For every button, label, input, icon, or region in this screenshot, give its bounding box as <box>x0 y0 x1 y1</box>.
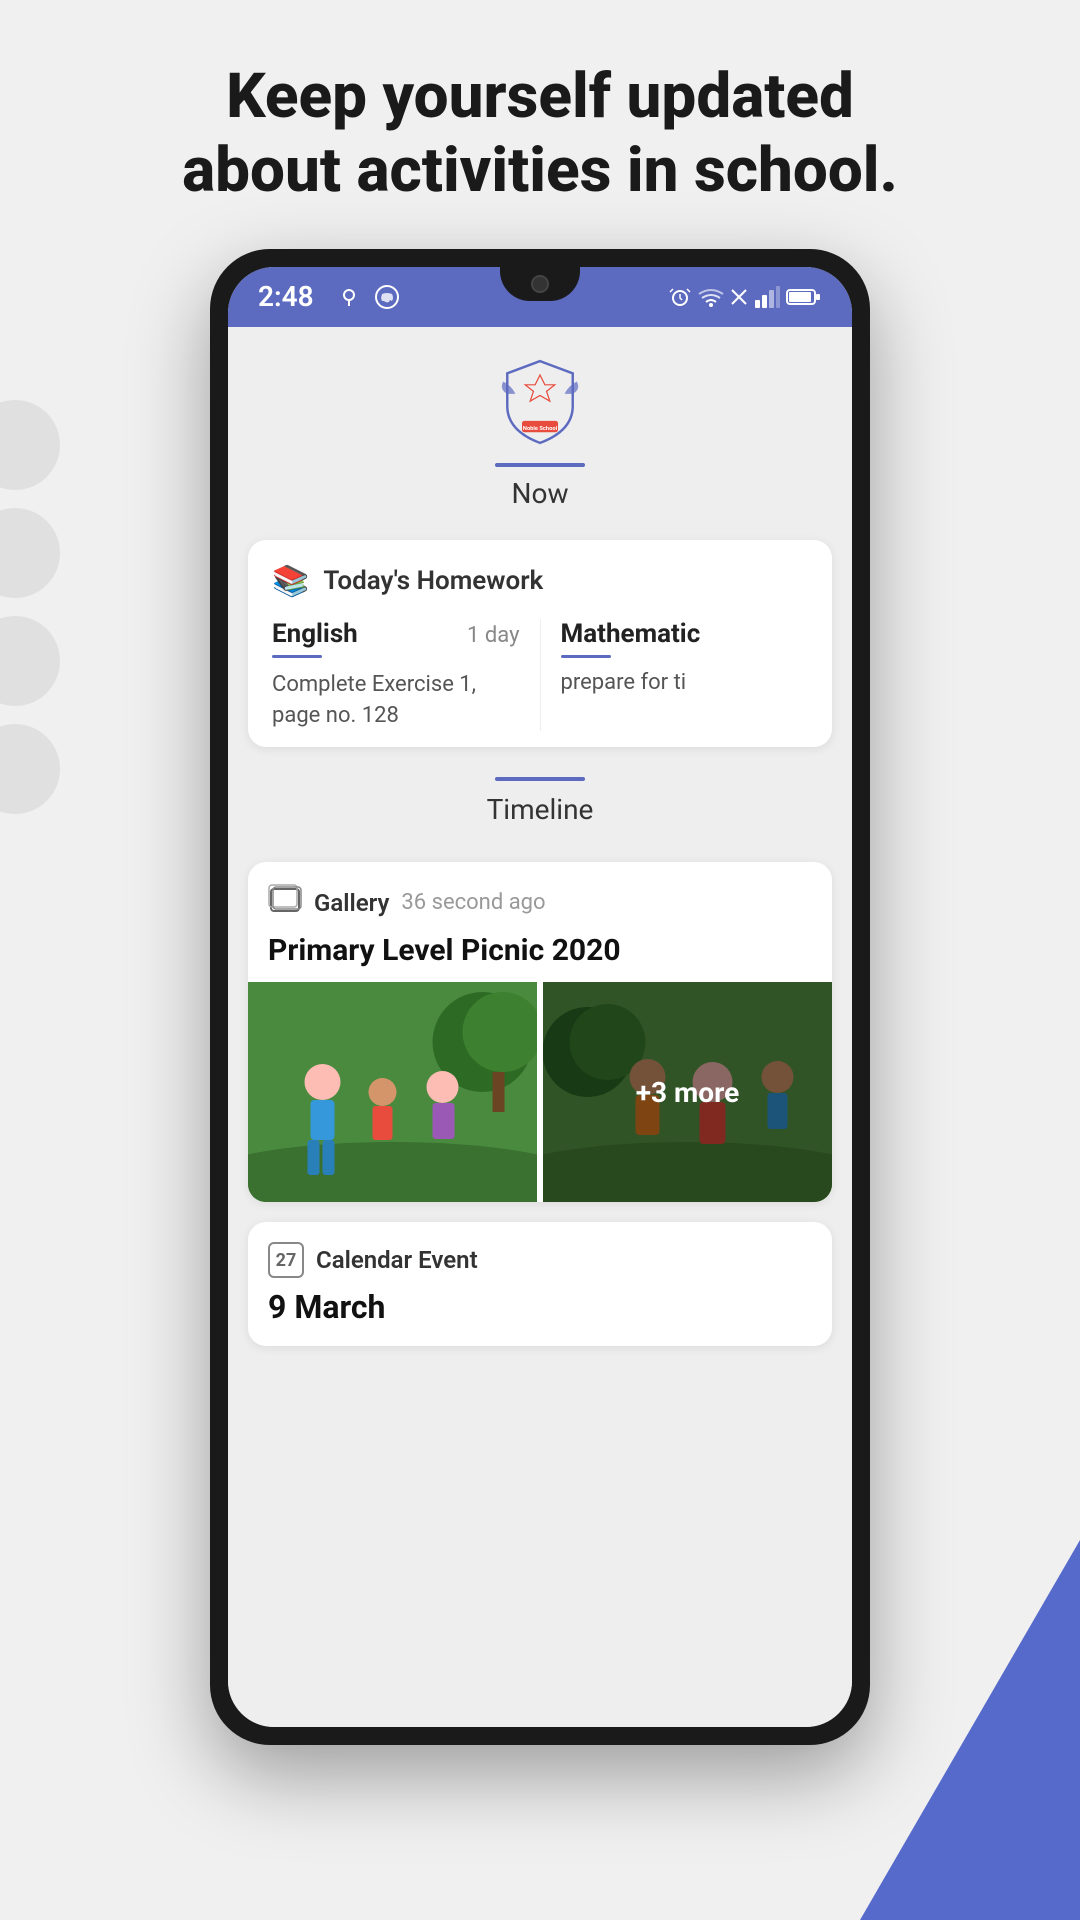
hw-subject-english: English <box>272 619 358 649</box>
homework-col-math: Mathematic prepare for ti <box>540 619 809 732</box>
homework-card: 📚 Today's Homework English 1 day Complet… <box>248 540 832 748</box>
svg-text:Noble School: Noble School <box>523 426 558 432</box>
timeline-section: Timeline <box>228 767 852 862</box>
status-right-icons <box>668 285 822 309</box>
hw-days-english: 1 day <box>467 623 519 648</box>
gallery-more-count: +3 more <box>636 1076 739 1109</box>
front-camera <box>531 275 549 293</box>
status-icons-left <box>336 284 400 310</box>
alarm-icon <box>668 285 692 309</box>
tab-now-label[interactable]: Now <box>512 477 569 510</box>
notch <box>500 267 580 301</box>
maps-icon <box>336 284 362 310</box>
gallery-card[interactable]: Gallery 36 second ago Primary Level Picn… <box>248 862 832 1202</box>
gallery-img-1[interactable] <box>248 982 537 1202</box>
signal-x-icon <box>730 288 748 306</box>
tab-indicator-now <box>495 463 585 467</box>
calendar-meta: 27 Calendar Event <box>268 1242 812 1278</box>
phone-screen: 2:48 <box>228 267 852 1727</box>
card-header: 📚 Today's Homework <box>272 564 808 599</box>
signal-icon <box>754 286 780 308</box>
timeline-indicator <box>495 777 585 781</box>
status-bar-left: 2:48 <box>258 280 400 313</box>
homework-col-english: English 1 day Complete Exercise 1, page … <box>272 619 540 732</box>
timeline-label[interactable]: Timeline <box>487 793 594 826</box>
phone-frame: 2:48 <box>210 249 870 1745</box>
wifi-icon <box>698 287 724 307</box>
hw-underline-math <box>561 655 611 658</box>
status-time: 2:48 <box>258 280 314 313</box>
gallery-more-overlay: +3 more <box>543 982 832 1202</box>
gallery-images: +3 more <box>248 982 832 1202</box>
hw-subject-math: Mathematic <box>561 619 809 649</box>
gallery-icon <box>268 882 302 923</box>
calendar-event-date: 9 March <box>268 1288 812 1326</box>
phone-wrapper: 2:48 <box>0 249 1080 1745</box>
gallery-img-2[interactable]: +3 more <box>543 982 832 1202</box>
status-bar: 2:48 <box>228 267 852 327</box>
calendar-card[interactable]: 27 Calendar Event 9 March <box>248 1222 832 1346</box>
gallery-event-title: Primary Level Picnic 2020 <box>268 933 812 968</box>
app-content: Noble School Now 📚 Today's Homework <box>228 327 852 1727</box>
gallery-meta: Gallery 36 second ago <box>268 882 812 923</box>
calendar-icon: 27 <box>268 1242 304 1278</box>
school-section: Noble School Now <box>228 327 852 540</box>
homework-columns: English 1 day Complete Exercise 1, page … <box>272 619 808 732</box>
gallery-time-label: 36 second ago <box>401 890 545 915</box>
calendar-type-label: Calendar Event <box>316 1246 478 1274</box>
hw-underline-english <box>272 655 322 658</box>
hw-desc-english: Complete Exercise 1, page no. 128 <box>272 670 520 732</box>
school-logo: Noble School <box>495 357 585 447</box>
homework-icon: 📚 <box>272 564 309 599</box>
hw-desc-math: prepare for ti <box>561 670 809 695</box>
gallery-type-label: Gallery <box>314 889 389 917</box>
homework-title: Today's Homework <box>323 566 543 596</box>
page-header: Keep yourself updated about activities i… <box>0 0 1080 249</box>
battery-icon <box>786 287 822 307</box>
page-headline: Keep yourself updated about activities i… <box>80 60 1000 209</box>
whatsapp-icon <box>374 284 400 310</box>
